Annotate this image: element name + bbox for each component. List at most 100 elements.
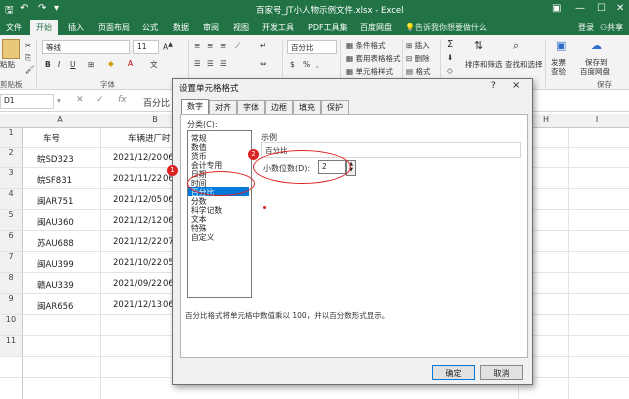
align-left-icon[interactable]: ☰	[194, 59, 201, 68]
autosum-icon[interactable]: Σ	[447, 39, 453, 50]
comma-style-icon[interactable]: ,	[316, 60, 318, 69]
save-baidu-line2[interactable]: 百度网盘	[580, 66, 610, 77]
align-center-icon[interactable]: ☰	[207, 59, 214, 68]
header-cell-b[interactable]: 车辆进厂时	[128, 132, 171, 144]
increase-font-icon[interactable]: A▲	[163, 41, 173, 52]
cell-a[interactable]: 闽AR656	[37, 300, 73, 312]
name-box[interactable]: D1	[0, 94, 54, 109]
row-header[interactable]: 10	[0, 315, 22, 335]
cell-a[interactable]: 闽AU360	[37, 216, 74, 228]
baidu-cloud-icon[interactable]: ☁	[591, 39, 602, 52]
tab-alignment[interactable]: 对齐	[209, 100, 237, 114]
clear-icon[interactable]: ◇	[447, 66, 453, 75]
sort-filter-button[interactable]: 排序和筛选	[465, 59, 503, 70]
column-header-h[interactable]: H	[541, 115, 551, 124]
row-header[interactable]: 6	[0, 231, 22, 251]
ok-button[interactable]: 确定	[432, 365, 475, 380]
column-header-i[interactable]: I	[592, 115, 602, 124]
row-header[interactable]: 3	[0, 168, 22, 188]
delete-cells-button[interactable]: ⊟ 删除	[406, 53, 430, 64]
merge-center-icon[interactable]: ⇔	[260, 59, 266, 68]
cell-b[interactable]: 2021/09/22	[113, 279, 162, 289]
cell-a[interactable]: 闽AU399	[37, 258, 74, 270]
insert-cells-button[interactable]: ⊞ 插入	[406, 40, 430, 51]
tab-baidu-netdisk[interactable]: 百度网盘	[360, 22, 392, 33]
tab-protection[interactable]: 保护	[321, 100, 349, 114]
align-top-icon[interactable]: ≡	[194, 41, 200, 50]
insert-function-icon[interactable]: fx	[118, 95, 127, 105]
tell-me-search[interactable]: 💡告诉我你想要做什么	[405, 22, 487, 33]
percent-button[interactable]: %	[303, 60, 310, 69]
font-color-icon[interactable]: A	[128, 59, 133, 68]
close-icon[interactable]: ✕	[616, 3, 624, 14]
redo-icon[interactable]: ↷	[38, 3, 46, 14]
cell-b[interactable]: 2021/10/22	[113, 258, 162, 268]
close-button[interactable]: ×	[512, 80, 520, 91]
cell-a[interactable]: 皖SF831	[37, 174, 72, 186]
number-format-select[interactable]: 百分比	[287, 40, 337, 54]
currency-icon[interactable]: $	[290, 60, 295, 69]
orientation-icon[interactable]: ⟋	[235, 41, 240, 51]
align-middle-icon[interactable]: ≡	[207, 41, 213, 50]
ribbon-display-icon[interactable]: ▣	[552, 3, 561, 14]
tab-file[interactable]: 文件	[6, 22, 22, 33]
tab-developer[interactable]: 开发工具	[262, 22, 294, 33]
cell-b[interactable]: 2021/12/20	[113, 153, 162, 163]
cancel-entry-icon[interactable]: ✕	[76, 95, 84, 105]
tab-data[interactable]: 数据	[173, 22, 189, 33]
border-icon[interactable]: ⊞	[88, 60, 94, 69]
format-cells-button[interactable]: ▤ 格式	[406, 66, 430, 77]
cell-a[interactable]: 皖SD323	[37, 153, 74, 165]
tab-page-layout[interactable]: 页面布局	[98, 22, 130, 33]
cancel-button[interactable]: 取消	[480, 365, 523, 380]
cell-a[interactable]: 苏AU688	[37, 237, 74, 249]
invoice-check-icon[interactable]: ▣	[556, 39, 566, 52]
tab-fill[interactable]: 填充	[293, 100, 321, 114]
category-list[interactable]: 常规 数值 货币 会计专用 日期 时间 百分比 分数 科学记数 文本 特殊 自定…	[187, 130, 252, 298]
tab-insert[interactable]: 插入	[68, 22, 84, 33]
cell-b[interactable]: 2021/11/22	[113, 174, 162, 184]
align-right-icon[interactable]: ☰	[220, 59, 227, 68]
row-header[interactable]: 7	[0, 252, 22, 272]
cut-icon[interactable]: ✂	[25, 41, 31, 50]
login-link[interactable]: 登录	[578, 22, 594, 33]
wrap-text-icon[interactable]: ↵	[260, 41, 266, 50]
header-cell-a[interactable]: 车号	[43, 132, 60, 144]
cell-a[interactable]: 闽AR751	[37, 195, 73, 207]
cell-b[interactable]: 2021/12/05	[113, 195, 162, 205]
minimize-icon[interactable]: —	[575, 3, 585, 14]
row-header[interactable]: 5	[0, 210, 22, 230]
tab-home[interactable]: 开始	[30, 20, 58, 35]
customize-qat-icon[interactable]: ▾	[54, 3, 59, 14]
column-header-a[interactable]: A	[55, 115, 65, 124]
column-header-b[interactable]: B	[150, 115, 160, 124]
fill-icon[interactable]: ⬇	[447, 53, 453, 62]
tab-number[interactable]: 数字	[181, 99, 209, 115]
cell-style-button[interactable]: ▦ 单元格样式	[346, 66, 393, 77]
row-header[interactable]: 2	[0, 148, 22, 167]
save-icon[interactable]: 🖫	[5, 3, 14, 20]
name-box-dropdown-icon[interactable]: ▾	[57, 96, 61, 105]
invoice-check-line2[interactable]: 查验	[551, 66, 566, 77]
formula-input[interactable]: 百分比	[143, 96, 170, 109]
find-select-button[interactable]: 查找和选择	[505, 59, 543, 70]
paste-icon[interactable]	[2, 39, 20, 59]
format-painter-icon[interactable]: 🖌	[25, 65, 35, 74]
maximize-icon[interactable]: ☐	[597, 3, 606, 14]
tab-border[interactable]: 边框	[265, 100, 293, 114]
underline-button[interactable]: U	[70, 60, 76, 69]
sort-filter-icon[interactable]: ⇅	[474, 39, 483, 52]
cell-b[interactable]: 2021/12/22	[113, 237, 162, 247]
conditional-format-button[interactable]: ▦ 条件格式	[346, 40, 385, 51]
tab-view[interactable]: 视图	[233, 22, 249, 33]
copy-icon[interactable]: ⎘	[25, 53, 31, 63]
confirm-entry-icon[interactable]: ✓	[96, 95, 104, 105]
font-size-select[interactable]: 11	[133, 40, 159, 54]
tab-pdf-tools[interactable]: PDF工具集	[308, 22, 348, 33]
cell-b[interactable]: 2021/12/13	[113, 300, 162, 310]
cell-b[interactable]: 2021/12/12	[113, 216, 162, 226]
undo-icon[interactable]: ↶	[20, 3, 28, 14]
tab-formulas[interactable]: 公式	[142, 22, 158, 33]
row-header[interactable]: 1	[0, 128, 22, 147]
fill-color-icon[interactable]: ◆	[108, 59, 114, 68]
